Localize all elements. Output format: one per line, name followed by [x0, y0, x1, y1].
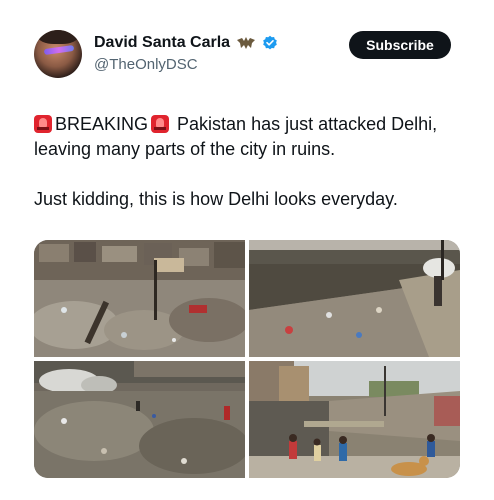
rotating-light-icon	[151, 115, 170, 133]
breaking-label: BREAKING	[55, 114, 149, 134]
avatar-hair	[38, 30, 78, 44]
tweet-paragraph-1: BREAKING Pakistan has just attacked Delh…	[34, 112, 454, 162]
subscribe-button[interactable]: Subscribe	[349, 31, 451, 59]
handle[interactable]: @TheOnlyDSC	[94, 56, 198, 73]
avatar-glasses	[43, 44, 75, 56]
avatar[interactable]	[34, 30, 82, 78]
photo-drain-garbage[interactable]	[249, 240, 460, 357]
author-row: David Santa Carla	[94, 34, 278, 52]
media-grid	[34, 240, 460, 478]
tweet-text: BREAKING Pakistan has just attacked Delh…	[34, 112, 454, 212]
photo-garbage-dump[interactable]	[34, 361, 245, 478]
photo-canal-children[interactable]	[249, 361, 460, 478]
verified-badge-icon	[263, 35, 277, 50]
tweet-paragraph-2: Just kidding, this is how Delhi looks ev…	[34, 189, 398, 209]
display-name[interactable]: David Santa Carla	[94, 34, 230, 52]
rotating-light-icon	[34, 115, 52, 133]
bat-icon	[237, 37, 256, 49]
photo-slum-rubble[interactable]	[34, 240, 245, 357]
